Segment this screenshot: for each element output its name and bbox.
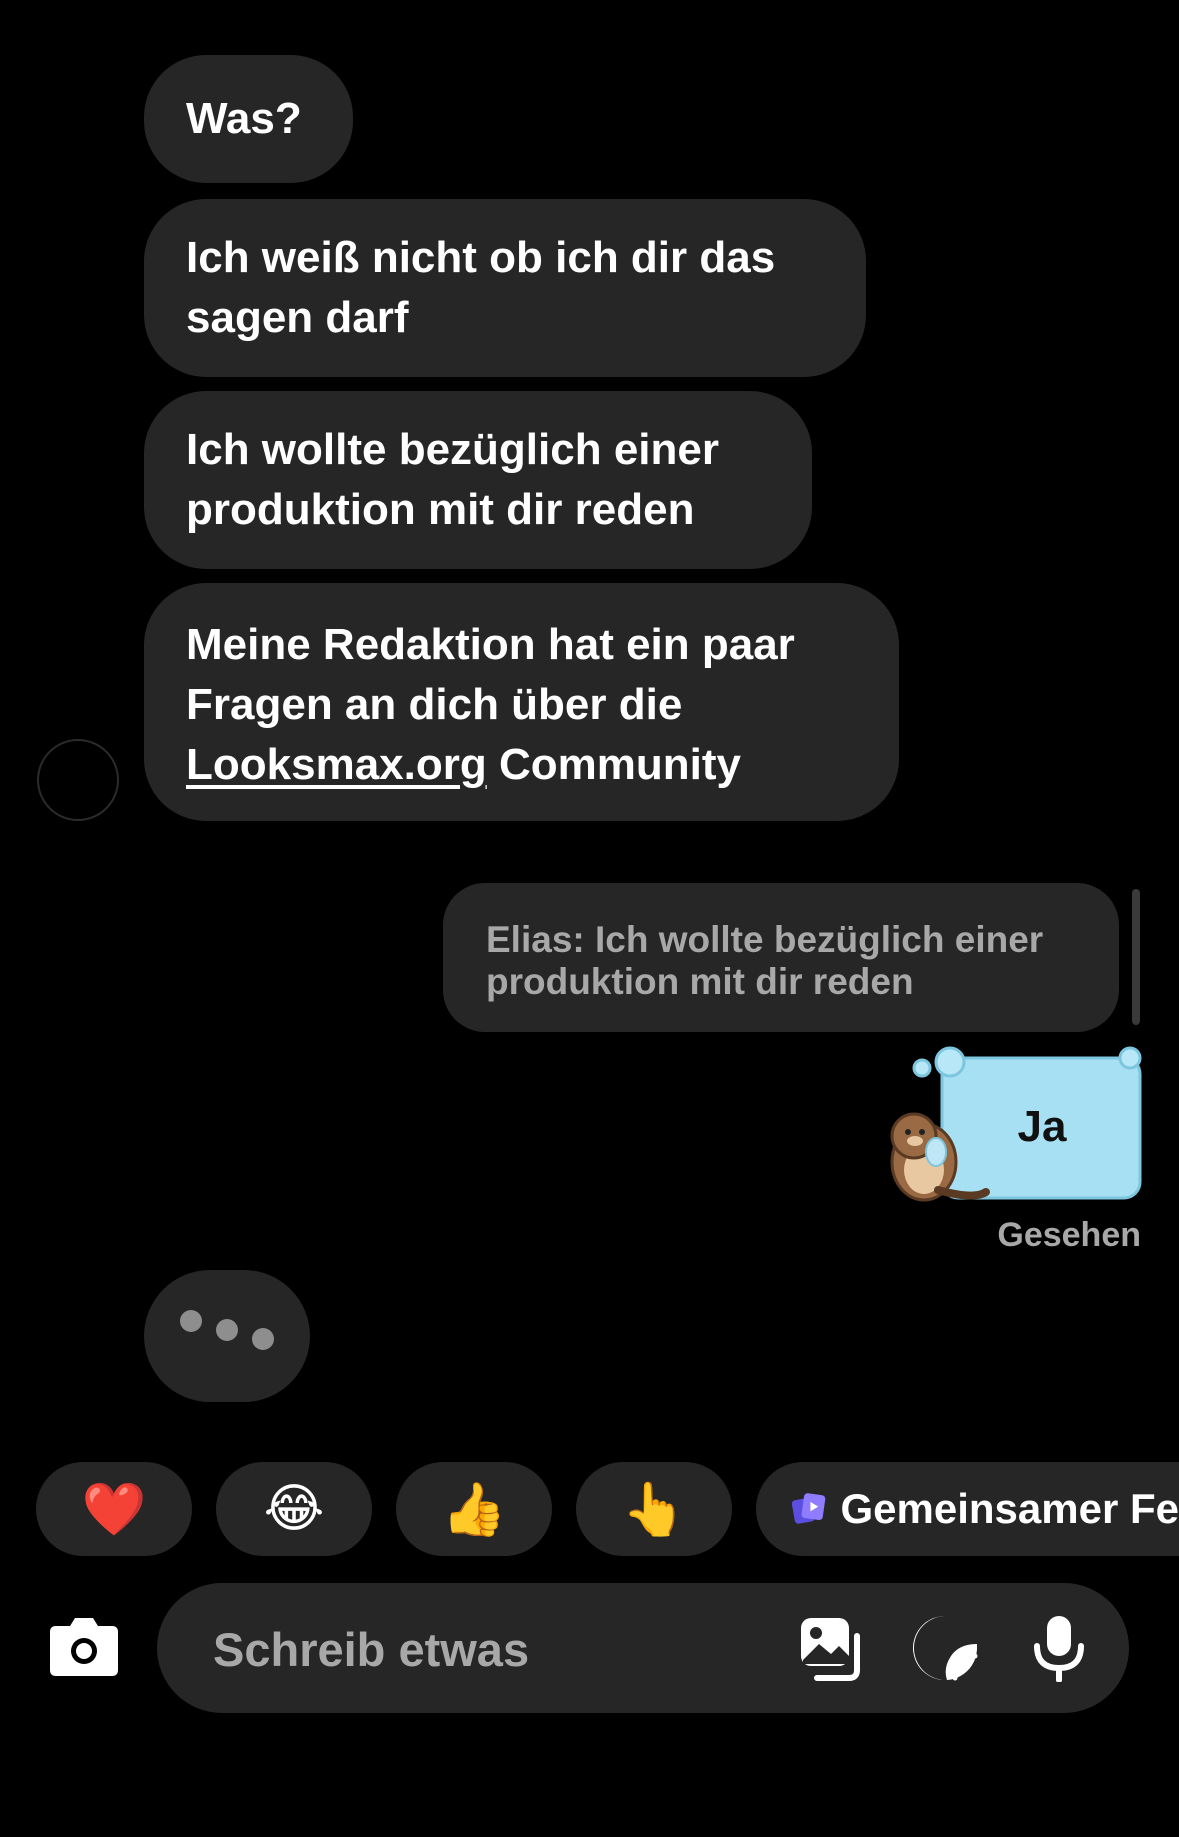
message-text: Meine Redaktion hat ein paar <box>186 620 795 669</box>
camera-icon <box>50 1618 118 1676</box>
shared-video-icon <box>792 1493 826 1524</box>
avatar[interactable] <box>37 739 119 821</box>
message-text: Ich weiß nicht ob ich dir das <box>186 233 776 282</box>
message-composer[interactable] <box>157 1583 1129 1713</box>
message-text: produktion mit dir reden <box>186 485 695 534</box>
pointing-finger-icon: 👆 <box>621 1480 687 1539</box>
typing-indicator <box>144 1270 310 1402</box>
shared-feature-label: Gemeinsamer Fe <box>840 1485 1179 1532</box>
reply-text: produktion mit dir reden <box>486 961 914 1002</box>
message-text: Fragen an dich über die <box>186 680 683 729</box>
message-bubble[interactable]: Ich weiß nicht ob ich dir das sagen darf <box>144 199 866 377</box>
reply-indicator-bar <box>1132 889 1140 1025</box>
reply-text: Elias: Ich wollte bezüglich einer <box>486 919 1044 960</box>
message-text: Was? <box>186 94 302 143</box>
message-text: sagen darf <box>186 293 409 342</box>
seen-status: Gesehen <box>997 1216 1141 1254</box>
message-text: Ich wollte bezüglich einer <box>186 425 719 474</box>
message-text: Looksmax.org Community <box>186 740 741 789</box>
thumbs-up-icon: 👍 <box>441 1480 507 1539</box>
reply-preview[interactable]: Elias: Ich wollte bezüglich einer produk… <box>443 883 1119 1032</box>
microphone-icon <box>1034 1616 1084 1682</box>
message-bubble[interactable]: Was? <box>144 55 353 183</box>
gallery-button[interactable] <box>797 1614 865 1682</box>
camera-button[interactable] <box>48 1614 120 1678</box>
quick-reaction-heart[interactable]: ❤️ <box>36 1462 192 1556</box>
sticker-message[interactable]: Ja <box>878 1040 1148 1210</box>
looksmax-link[interactable]: Looksmax.org <box>186 740 487 789</box>
typing-dot <box>252 1328 274 1350</box>
quick-reaction-laugh[interactable]: 😂 <box>216 1462 372 1556</box>
heart-icon: ❤️ <box>81 1480 147 1539</box>
microphone-button[interactable] <box>1025 1614 1093 1682</box>
quick-reaction-thumbs-up[interactable]: 👍 <box>396 1462 552 1556</box>
message-bubble[interactable]: Meine Redaktion hat ein paar Fragen an d… <box>144 583 899 821</box>
sticker-button[interactable] <box>911 1614 979 1682</box>
typing-dot <box>216 1319 238 1341</box>
quick-reaction-point[interactable]: 👆 <box>576 1462 732 1556</box>
sticker-icon <box>913 1616 978 1681</box>
message-input[interactable] <box>211 1613 775 1685</box>
typing-dot <box>180 1310 202 1332</box>
message-bubble[interactable]: Ich wollte bezüglich einer produktion mi… <box>144 391 812 569</box>
gallery-icon <box>801 1618 860 1681</box>
shared-feature-chip[interactable]: Gemeinsamer Fe <box>756 1462 1179 1556</box>
tears-of-joy-icon: 😂 <box>263 1480 325 1538</box>
sticker-text: Ja <box>1018 1102 1067 1151</box>
